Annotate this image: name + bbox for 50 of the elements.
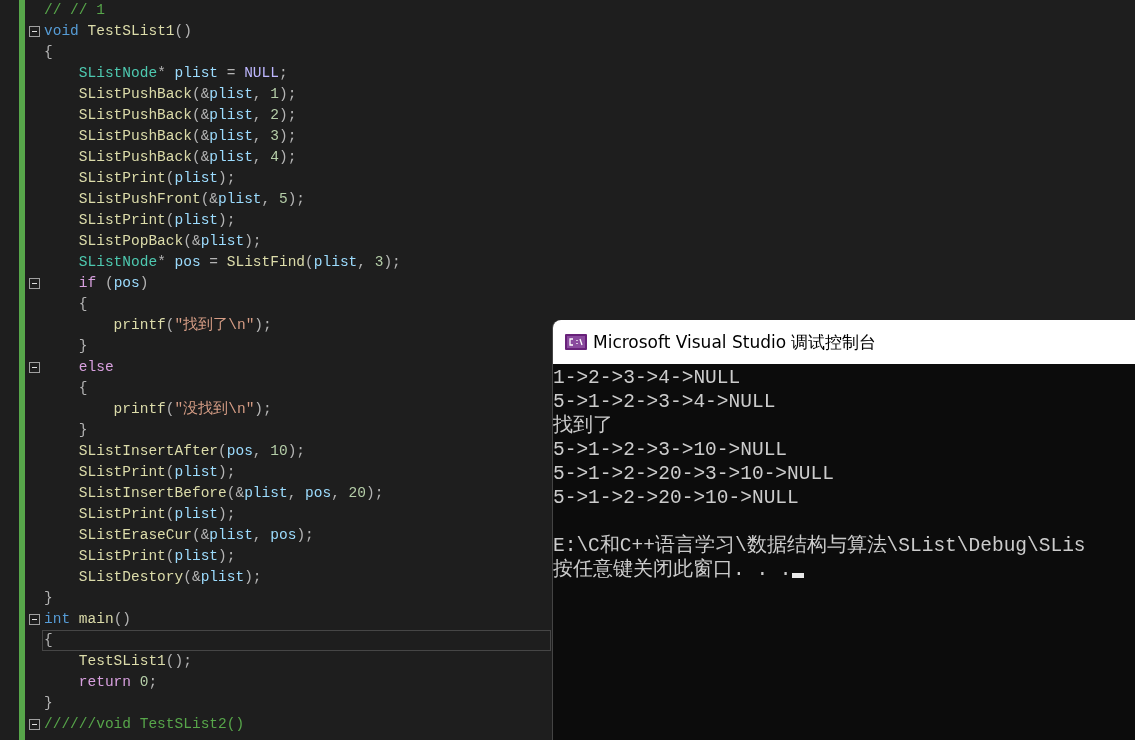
code-line: } [77, 421, 89, 440]
code-line: } [43, 589, 54, 608]
code-line: SListPushBack(&plist, 4); [77, 148, 298, 167]
console-output-line: 5->1->2->3->10->NULL [553, 438, 788, 462]
code-line: SListPrint(plist); [77, 211, 237, 230]
collapse-icon[interactable] [29, 278, 40, 289]
console-output-line: 5->1->2->20->3->10->NULL [553, 462, 834, 486]
collapse-icon[interactable] [29, 362, 40, 373]
code-line: //////void TestSList2() [43, 715, 246, 734]
code-line: TestSList1(); [77, 652, 193, 671]
code-line: SListPushBack(&plist, 3); [77, 127, 298, 146]
code-line: SListPushBack(&plist, 1); [77, 85, 298, 104]
collapse-icon[interactable] [29, 26, 40, 37]
code-line: SListPopBack(&plist); [77, 232, 263, 251]
code-line: else [77, 358, 115, 377]
code-line: SListPrint(plist); [77, 547, 237, 566]
code-line: } [77, 337, 89, 356]
code-line: SListNode* pos = SListFind(plist, 3); [77, 253, 402, 272]
code-line: { [77, 295, 89, 314]
console-output-line: 按任意键关闭此窗口. . . [553, 558, 792, 582]
code-line: } [43, 694, 54, 713]
code-line: return 0; [77, 673, 159, 692]
code-line: SListPrint(plist); [77, 169, 237, 188]
console-output-line: 5->1->2->3->4->NULL [553, 390, 776, 414]
code-line: SListNode* plist = NULL; [77, 64, 289, 83]
console-output-line: 1->2->3->4->NULL [553, 366, 741, 390]
console-app-icon [565, 334, 587, 350]
collapse-icon[interactable] [29, 719, 40, 730]
code-line: SListInsertAfter(pos, 10); [77, 442, 307, 461]
code-line: if (pos) [77, 274, 150, 293]
code-line: // // 1 [43, 1, 106, 20]
console-output-line: 找到了 [553, 414, 613, 438]
console-output-line: 5->1->2->20->10->NULL [553, 486, 799, 510]
code-line: SListPrint(plist); [77, 505, 237, 524]
code-line: printf("找到了\n"); [112, 316, 273, 335]
code-line: printf("没找到\n"); [112, 400, 273, 419]
code-line: SListDestory(&plist); [77, 568, 263, 587]
code-line: int main() [43, 610, 133, 629]
code-line: SListPushBack(&plist, 2); [77, 106, 298, 125]
code-line: SListPushFront(&plist, 5); [77, 190, 307, 209]
code-line: void TestSList1() [43, 22, 193, 41]
code-line: SListEraseCur(&plist, pos); [77, 526, 315, 545]
code-line: SListInsertBefore(&plist, pos, 20); [77, 484, 385, 503]
code-line: SListPrint(plist); [77, 463, 237, 482]
collapse-icon[interactable] [29, 614, 40, 625]
code-line: { [77, 379, 89, 398]
code-line: { [43, 43, 54, 62]
console-output-line: E:\C和C++语言学习\数据结构与算法\SList\Debug\SLis [553, 534, 1086, 558]
text-cursor [791, 573, 804, 578]
window-title: Microsoft Visual Studio 调试控制台 [593, 330, 877, 354]
